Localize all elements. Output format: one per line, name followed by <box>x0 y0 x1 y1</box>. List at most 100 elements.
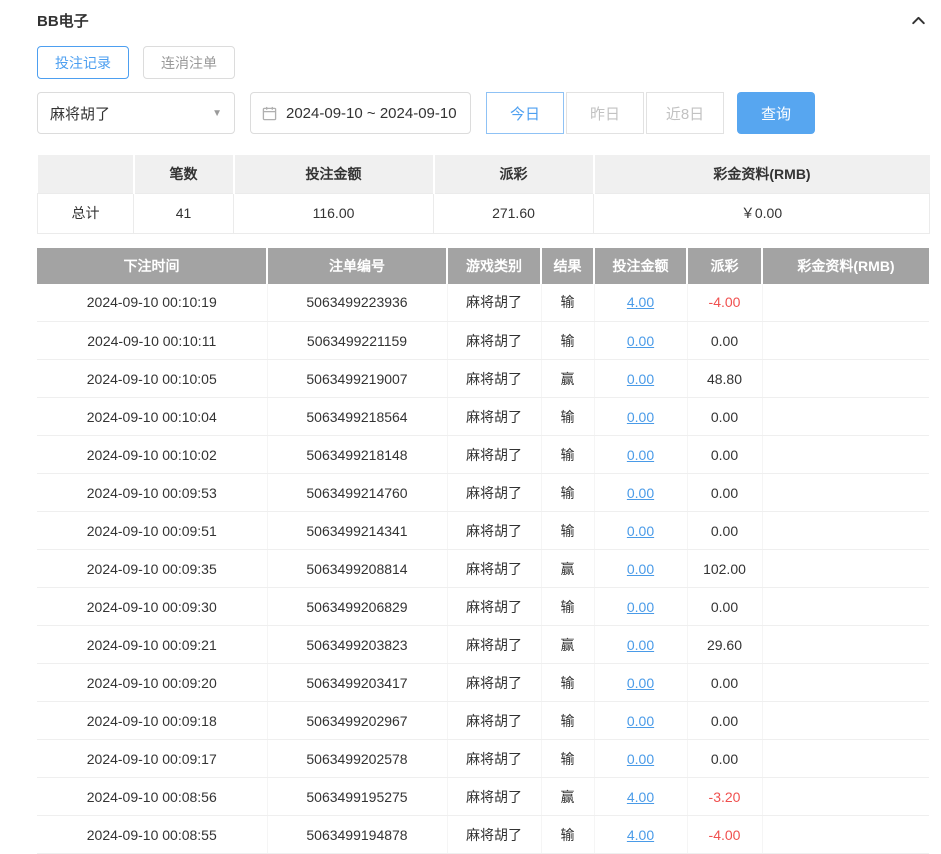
panel-header: BB电子 <box>37 8 929 32</box>
cell-result: 赢 <box>541 360 594 398</box>
bet-amount-link[interactable]: 4.00 <box>627 827 654 843</box>
cell-bet-time: 2024-09-10 00:09:51 <box>37 512 267 550</box>
records-table: 下注时间 注单编号 游戏类别 结果 投注金额 派彩 彩金资料(RMB) 2024… <box>37 248 929 854</box>
cell-bet-time: 2024-09-10 00:10:11 <box>37 322 267 360</box>
cell-result: 输 <box>541 512 594 550</box>
table-row: 2024-09-10 00:10:19 5063499223936 麻将胡了 输… <box>37 284 929 322</box>
tab-bet-records[interactable]: 投注记录 <box>37 46 129 79</box>
cell-payout: 0.00 <box>687 702 762 740</box>
cell-bonus <box>762 284 929 322</box>
bet-amount-link[interactable]: 0.00 <box>627 371 654 387</box>
cell-bet-time: 2024-09-10 00:09:21 <box>37 626 267 664</box>
cell-bonus <box>762 626 929 664</box>
cell-bet-time: 2024-09-10 00:09:20 <box>37 664 267 702</box>
cell-game-type: 麻将胡了 <box>447 702 541 740</box>
records-header-bonus: 彩金资料(RMB) <box>762 248 929 284</box>
cell-result: 输 <box>541 398 594 436</box>
records-header-order-id: 注单编号 <box>267 248 447 284</box>
bet-amount-link[interactable]: 0.00 <box>627 751 654 767</box>
cell-bet-amount: 4.00 <box>594 816 687 854</box>
bet-amount-link[interactable]: 0.00 <box>627 561 654 577</box>
cell-payout: 0.00 <box>687 322 762 360</box>
summary-total-label: 总计 <box>38 193 134 233</box>
bet-amount-link[interactable]: 0.00 <box>627 713 654 729</box>
collapse-button[interactable] <box>908 10 929 31</box>
bet-amount-link[interactable]: 0.00 <box>627 485 654 501</box>
cell-bet-amount: 0.00 <box>594 664 687 702</box>
game-select-value: 麻将胡了 <box>50 103 110 124</box>
cell-order-id: 5063499203417 <box>267 664 447 702</box>
cell-bonus <box>762 322 929 360</box>
cell-bonus <box>762 512 929 550</box>
records-header-bet-time: 下注时间 <box>37 248 267 284</box>
chevron-down-icon: ▼ <box>212 108 222 119</box>
cell-game-type: 麻将胡了 <box>447 360 541 398</box>
cell-bet-amount: 0.00 <box>594 360 687 398</box>
cell-game-type: 麻将胡了 <box>447 436 541 474</box>
game-select[interactable]: 麻将胡了 ▼ <box>37 92 235 134</box>
table-row: 2024-09-10 00:09:18 5063499202967 麻将胡了 输… <box>37 702 929 740</box>
page-title: BB电子 <box>37 10 89 31</box>
bet-amount-link[interactable]: 0.00 <box>627 447 654 463</box>
cell-game-type: 麻将胡了 <box>447 626 541 664</box>
cell-result: 输 <box>541 284 594 322</box>
cell-game-type: 麻将胡了 <box>447 778 541 816</box>
cell-bet-time: 2024-09-10 00:09:18 <box>37 702 267 740</box>
search-button[interactable]: 查询 <box>737 92 815 134</box>
cell-result: 输 <box>541 740 594 778</box>
quick-last8days-button[interactable]: 近8日 <box>646 92 724 134</box>
cell-payout: -3.20 <box>687 778 762 816</box>
cell-result: 输 <box>541 474 594 512</box>
cell-order-id: 5063499221159 <box>267 322 447 360</box>
cell-bet-time: 2024-09-10 00:09:53 <box>37 474 267 512</box>
bet-amount-link[interactable]: 0.00 <box>627 675 654 691</box>
bet-amount-link[interactable]: 4.00 <box>627 294 654 310</box>
cell-order-id: 5063499218564 <box>267 398 447 436</box>
quick-yesterday-button[interactable]: 昨日 <box>566 92 644 134</box>
cell-order-id: 5063499202578 <box>267 740 447 778</box>
cell-order-id: 5063499194878 <box>267 816 447 854</box>
tab-cancelled-orders[interactable]: 连消注单 <box>143 46 235 79</box>
cell-bet-time: 2024-09-10 00:08:55 <box>37 816 267 854</box>
cell-result: 输 <box>541 588 594 626</box>
cell-bet-amount: 0.00 <box>594 436 687 474</box>
cell-payout: 0.00 <box>687 436 762 474</box>
table-row: 2024-09-10 00:10:05 5063499219007 麻将胡了 赢… <box>37 360 929 398</box>
date-range-input[interactable]: 2024-09-10 ~ 2024-09-10 <box>250 92 471 134</box>
table-row: 2024-09-10 00:09:21 5063499203823 麻将胡了 赢… <box>37 626 929 664</box>
bet-amount-link[interactable]: 0.00 <box>627 599 654 615</box>
cell-order-id: 5063499219007 <box>267 360 447 398</box>
cell-bonus <box>762 702 929 740</box>
bet-amount-link[interactable]: 4.00 <box>627 789 654 805</box>
quick-today-button[interactable]: 今日 <box>486 92 564 134</box>
cell-payout: 102.00 <box>687 550 762 588</box>
cell-payout: -4.00 <box>687 816 762 854</box>
cell-bet-amount: 0.00 <box>594 474 687 512</box>
bet-amount-link[interactable]: 0.00 <box>627 637 654 653</box>
cell-result: 赢 <box>541 550 594 588</box>
table-row: 2024-09-10 00:08:56 5063499195275 麻将胡了 赢… <box>37 778 929 816</box>
table-row: 2024-09-10 00:09:30 5063499206829 麻将胡了 输… <box>37 588 929 626</box>
cell-game-type: 麻将胡了 <box>447 550 541 588</box>
cell-bet-amount: 0.00 <box>594 512 687 550</box>
bet-amount-link[interactable]: 0.00 <box>627 333 654 349</box>
table-row: 2024-09-10 00:09:17 5063499202578 麻将胡了 输… <box>37 740 929 778</box>
cell-bet-amount: 0.00 <box>594 550 687 588</box>
cell-bet-time: 2024-09-10 00:09:30 <box>37 588 267 626</box>
summary-total-bonus: ￥0.00 <box>594 193 930 233</box>
records-header-bet-amount: 投注金额 <box>594 248 687 284</box>
bet-amount-link[interactable]: 0.00 <box>627 523 654 539</box>
cell-order-id: 5063499195275 <box>267 778 447 816</box>
cell-order-id: 5063499208814 <box>267 550 447 588</box>
records-header-payout: 派彩 <box>687 248 762 284</box>
cell-payout: 0.00 <box>687 474 762 512</box>
cell-game-type: 麻将胡了 <box>447 740 541 778</box>
table-row: 2024-09-10 00:09:20 5063499203417 麻将胡了 输… <box>37 664 929 702</box>
summary-total-row: 总计 41 116.00 271.60 ￥0.00 <box>38 193 930 233</box>
cell-bet-time: 2024-09-10 00:08:56 <box>37 778 267 816</box>
bet-amount-link[interactable]: 0.00 <box>627 409 654 425</box>
cell-payout: -4.00 <box>687 284 762 322</box>
cell-payout: 0.00 <box>687 588 762 626</box>
cell-payout: 29.60 <box>687 626 762 664</box>
cell-bet-time: 2024-09-10 00:09:17 <box>37 740 267 778</box>
